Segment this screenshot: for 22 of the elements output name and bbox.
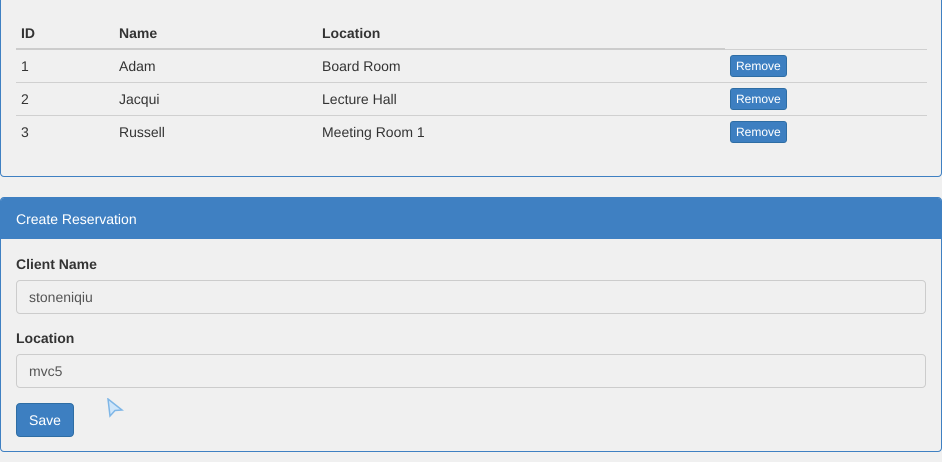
panel-title: Create Reservation [1,198,941,239]
save-button[interactable]: Save [16,403,74,437]
table-cell: Board Room [317,49,725,82]
column-header: ID [16,17,114,49]
table-cell: 3 [16,116,114,148]
table-cell: 1 [16,49,114,82]
input-field[interactable]: mvc5 [16,354,926,388]
field-label: Client Name [16,256,98,272]
remove-button[interactable]: Remove [730,121,787,143]
remove-button[interactable]: Remove [730,54,787,77]
table-cell: Jacqui [114,82,317,116]
column-header: Location [317,17,725,49]
table-cell: 2 [16,82,114,116]
table-cell: Lecture Hall [317,82,725,116]
field-label: Location [16,330,76,346]
remove-button[interactable]: Remove [730,88,787,110]
table-cell: Meeting Room 1 [317,116,725,148]
cursor-icon [106,398,124,418]
column-header: Name [114,17,317,49]
table-cell: Russell [114,116,317,148]
input-field[interactable]: stoneniqiu [16,280,926,314]
table-cell: Adam [114,49,317,82]
